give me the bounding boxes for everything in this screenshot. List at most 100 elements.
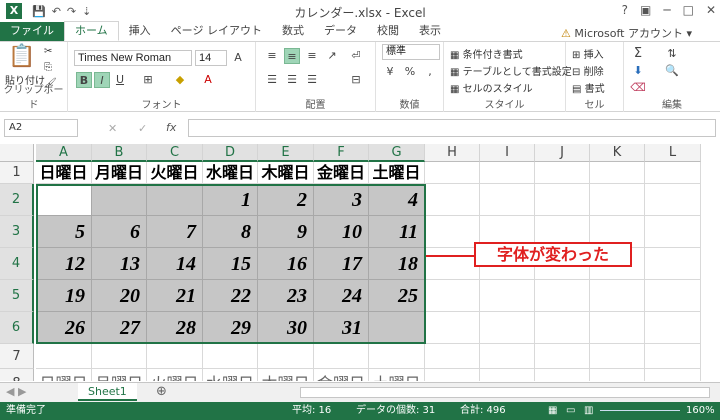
align-top-icon[interactable]: ≡ bbox=[264, 48, 280, 64]
cell-a1[interactable]: 日曜日 bbox=[36, 162, 92, 184]
copy-icon[interactable]: ⎘ bbox=[44, 62, 52, 73]
tab-home[interactable]: ホーム bbox=[64, 21, 119, 41]
cell-i1[interactable] bbox=[480, 162, 535, 184]
align-center-icon[interactable]: ☰ bbox=[284, 72, 300, 88]
cell-d7[interactable] bbox=[203, 344, 258, 369]
tab-page-layout[interactable]: ページ レイアウト bbox=[161, 22, 272, 41]
close-button[interactable]: ✕ bbox=[706, 3, 716, 17]
normal-view-icon[interactable]: ▦ bbox=[548, 402, 557, 420]
horizontal-scrollbar[interactable] bbox=[300, 387, 710, 398]
tab-file[interactable]: ファイル bbox=[0, 22, 64, 41]
fill-color-icon[interactable]: ◆ bbox=[172, 72, 188, 88]
cell-e1[interactable]: 木曜日 bbox=[258, 162, 314, 184]
tab-data[interactable]: データ bbox=[314, 22, 367, 41]
cell-l1[interactable] bbox=[645, 162, 701, 184]
column-header-h[interactable]: H bbox=[425, 144, 480, 162]
help-icon[interactable]: ? bbox=[622, 3, 628, 17]
cell-i7[interactable] bbox=[480, 344, 535, 369]
cell-l5[interactable] bbox=[645, 280, 701, 312]
cell-a8[interactable]: 日曜日 bbox=[36, 369, 92, 381]
font-name-select[interactable]: Times New Roman bbox=[74, 50, 192, 66]
cell-e8[interactable]: 木曜日 bbox=[258, 369, 314, 381]
cell-g1[interactable]: 土曜日 bbox=[369, 162, 425, 184]
row-header-8[interactable]: 8 bbox=[0, 369, 34, 381]
sort-filter-icon[interactable]: ⇅ bbox=[664, 46, 680, 62]
minimize-button[interactable]: ─ bbox=[663, 3, 670, 17]
row-header-7[interactable]: 7 bbox=[0, 344, 34, 369]
ribbon-display-icon[interactable]: ▣ bbox=[640, 3, 651, 17]
cell-k1[interactable] bbox=[590, 162, 645, 184]
cell-b8[interactable]: 月曜日 bbox=[92, 369, 147, 381]
row-header-3[interactable]: 3 bbox=[0, 216, 34, 248]
cell-f8[interactable]: 金曜日 bbox=[314, 369, 369, 381]
number-format-select[interactable]: 標準 bbox=[382, 44, 440, 60]
sheet-tab-sheet1[interactable]: Sheet1 bbox=[78, 383, 137, 401]
cell-l4[interactable] bbox=[645, 248, 701, 280]
cell-h4[interactable] bbox=[425, 248, 480, 280]
cell-d8[interactable]: 水曜日 bbox=[203, 369, 258, 381]
italic-button[interactable]: I bbox=[94, 72, 110, 88]
row-header-6[interactable]: 6 bbox=[0, 312, 34, 344]
insert-function-icon[interactable]: fx bbox=[166, 121, 176, 134]
bold-button[interactable]: B bbox=[76, 72, 92, 88]
cell-j7[interactable] bbox=[535, 344, 590, 369]
currency-icon[interactable]: ¥ bbox=[382, 64, 398, 80]
cell-c8[interactable]: 火曜日 bbox=[147, 369, 203, 381]
cell-h1[interactable] bbox=[425, 162, 480, 184]
cell-i2[interactable] bbox=[480, 184, 535, 216]
column-header-e[interactable]: E bbox=[258, 144, 314, 162]
column-header-a[interactable]: A bbox=[36, 144, 92, 162]
font-size-select[interactable]: 14 bbox=[195, 50, 227, 66]
conditional-format-button[interactable]: ▦ 条件付き書式 bbox=[450, 46, 523, 61]
paste-icon[interactable]: 📋 bbox=[8, 44, 35, 69]
page-layout-view-icon[interactable]: ▭ bbox=[566, 402, 575, 420]
cell-a7[interactable] bbox=[36, 344, 92, 369]
format-as-table-button[interactable]: ▦ テーブルとして書式設定 bbox=[450, 63, 572, 78]
cell-j2[interactable] bbox=[535, 184, 590, 216]
align-middle-icon[interactable]: ≡ bbox=[284, 48, 300, 64]
align-left-icon[interactable]: ☰ bbox=[264, 72, 280, 88]
cell-l2[interactable] bbox=[645, 184, 701, 216]
tab-insert[interactable]: 挿入 bbox=[119, 22, 161, 41]
percent-icon[interactable]: % bbox=[402, 64, 418, 80]
account-menu[interactable]: ⚠ Microsoft アカウント ▾ bbox=[561, 25, 692, 41]
cell-g7[interactable] bbox=[369, 344, 425, 369]
cell-f1[interactable]: 金曜日 bbox=[314, 162, 369, 184]
zoom-slider[interactable] bbox=[600, 410, 680, 411]
cell-l7[interactable] bbox=[645, 344, 701, 369]
column-header-g[interactable]: G bbox=[369, 144, 425, 162]
fill-icon[interactable]: ⬇ bbox=[630, 63, 646, 79]
merge-center-icon[interactable]: ⊟ bbox=[348, 72, 364, 88]
borders-icon[interactable]: ⊞ bbox=[140, 72, 156, 88]
tab-review[interactable]: 校閲 bbox=[367, 22, 409, 41]
new-sheet-icon[interactable]: ⊕ bbox=[156, 384, 167, 399]
format-cells-button[interactable]: ▤ 書式 bbox=[572, 80, 605, 95]
cell-k5[interactable] bbox=[590, 280, 645, 312]
align-bottom-icon[interactable]: ≡ bbox=[304, 48, 320, 64]
insert-cells-button[interactable]: ⊞ 挿入 bbox=[572, 46, 604, 61]
comma-icon[interactable]: , bbox=[422, 64, 438, 80]
sheet-nav-icon[interactable]: ◀ ▶ bbox=[6, 385, 26, 398]
cut-icon[interactable]: ✂ bbox=[44, 46, 52, 57]
find-select-icon[interactable]: 🔍 bbox=[664, 63, 680, 79]
cell-j1[interactable] bbox=[535, 162, 590, 184]
page-break-view-icon[interactable]: ▥ bbox=[584, 402, 593, 420]
row-header-1[interactable]: 1 bbox=[0, 162, 34, 184]
cell-h8[interactable] bbox=[425, 369, 480, 381]
column-header-k[interactable]: K bbox=[590, 144, 645, 162]
cell-e7[interactable] bbox=[258, 344, 314, 369]
cell-d1[interactable]: 水曜日 bbox=[203, 162, 258, 184]
row-header-5[interactable]: 5 bbox=[0, 280, 34, 312]
row-header-4[interactable]: 4 bbox=[0, 248, 34, 280]
cell-c7[interactable] bbox=[147, 344, 203, 369]
cell-l3[interactable] bbox=[645, 216, 701, 248]
autosum-icon[interactable]: Σ bbox=[630, 46, 646, 62]
maximize-button[interactable]: □ bbox=[683, 3, 694, 17]
orientation-icon[interactable]: ↗ bbox=[324, 48, 340, 64]
column-header-j[interactable]: J bbox=[535, 144, 590, 162]
confirm-formula-icon[interactable]: ✓ bbox=[138, 122, 147, 135]
cell-g8[interactable]: 土曜日 bbox=[369, 369, 425, 381]
tab-view[interactable]: 表示 bbox=[409, 22, 451, 41]
select-all-corner[interactable] bbox=[0, 144, 34, 162]
cell-h5[interactable] bbox=[425, 280, 480, 312]
